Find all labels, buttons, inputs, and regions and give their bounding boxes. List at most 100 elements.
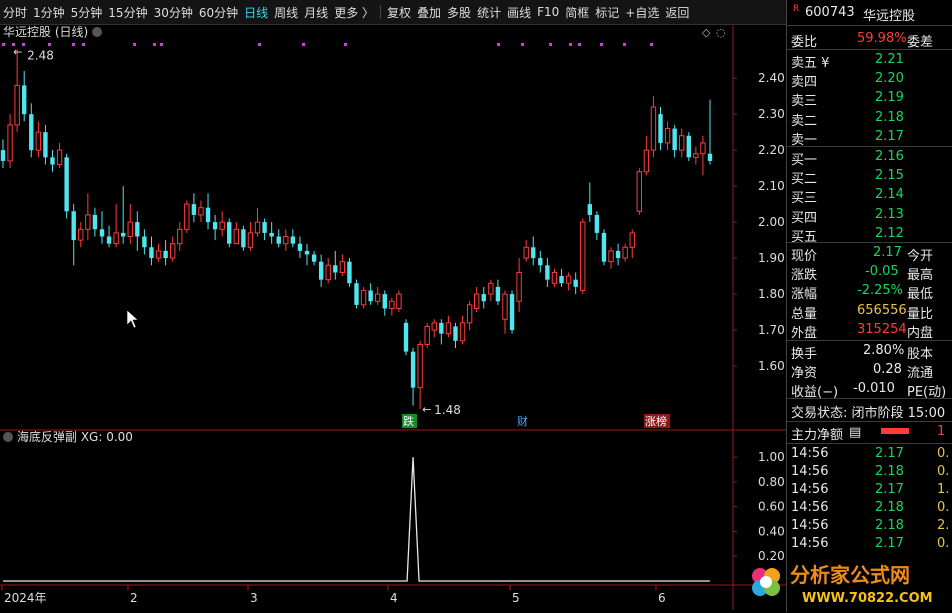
tool-button-2[interactable]: 多股 <box>444 4 474 21</box>
tool-button-5[interactable]: F10 <box>534 5 562 19</box>
ask-row: 卖二 2.18 <box>787 109 952 129</box>
watermark-title: 分析家公式网 <box>790 563 910 587</box>
zoom-icon[interactable]: ◌ <box>716 26 726 39</box>
tool-button-9[interactable]: 返回 <box>662 4 692 21</box>
tool-button-7[interactable]: 标记 <box>592 4 622 21</box>
stat-label: 总量 <box>791 306 818 322</box>
diamond-icon[interactable]: ◇ <box>702 26 711 39</box>
marker-badge-1[interactable]: 财 <box>517 414 528 428</box>
flower-logo-icon <box>752 568 780 596</box>
candle-body <box>375 293 381 302</box>
candle-body <box>629 232 635 248</box>
marker-badge-0[interactable]: 跌 <box>403 414 414 428</box>
stat2-row: 换手 2.80% 股本 <box>787 342 952 362</box>
candle-body <box>473 293 480 309</box>
tick-price: 2.17 <box>875 482 904 497</box>
candle-body <box>615 250 621 259</box>
candle-body <box>700 142 706 155</box>
kline-chart-area[interactable]: 华远控股 (日线) ◇ ◌ 2.40 2.30 2.20 2.10 2.00 1.90 1.80 1… <box>0 25 786 610</box>
price-tick-label: 2.20 <box>758 143 785 157</box>
tool-button-6[interactable]: 简框 <box>562 4 592 21</box>
stat-label: 外盘 <box>791 325 818 341</box>
ratio-diff-label: 委差 <box>907 35 934 50</box>
candle-body <box>608 250 614 263</box>
tool-button-0[interactable]: 复权 <box>384 4 414 21</box>
signal-dot <box>497 43 500 46</box>
divider <box>787 242 952 243</box>
kline-chart-svg[interactable]: 华远控股 (日线) ◇ ◌ 2.40 2.30 2.20 2.10 2.00 1.90 1.80 1… <box>0 25 786 610</box>
candle-body <box>50 157 55 165</box>
signal-dot <box>344 43 347 46</box>
candle-body <box>106 236 112 244</box>
tab-0[interactable]: 分时 <box>0 4 30 21</box>
tab-7[interactable]: 周线 <box>271 4 301 21</box>
tick-row: 14:56 2.17 0. <box>787 445 952 464</box>
candle-body <box>439 322 444 334</box>
ask-price: 2.19 <box>875 90 904 106</box>
main-flow-bar <box>881 428 909 434</box>
tool-button-3[interactable]: 统计 <box>474 4 504 21</box>
divider <box>787 443 952 444</box>
tick-row: 14:56 2.18 0. <box>787 499 952 518</box>
tab-4[interactable]: 30分钟 <box>151 4 196 21</box>
tick-row: 14:56 2.18 0. <box>787 463 952 482</box>
candle-body <box>650 106 657 151</box>
chevron-down-icon[interactable] <box>3 432 13 442</box>
price-tick-label: 2.30 <box>758 107 785 121</box>
candle-body <box>658 114 663 143</box>
tab-3[interactable]: 15分钟 <box>105 4 150 21</box>
bid-label: 买二 <box>791 172 818 188</box>
stat-row: 总量 656556 量比 <box>787 302 952 322</box>
tick-volume: 0. <box>937 464 950 479</box>
tab-6[interactable]: 日线 <box>241 4 271 21</box>
candle-body <box>311 254 317 262</box>
tool-button-8[interactable]: +自选 <box>622 4 662 21</box>
signal-dot <box>549 43 552 46</box>
bid-price: 2.15 <box>875 168 904 184</box>
candle-body <box>184 203 190 230</box>
candle-body <box>580 221 586 291</box>
candle-body <box>368 290 373 302</box>
candle-body <box>523 246 529 259</box>
chevron-down-icon[interactable] <box>92 27 102 37</box>
watermark-url: WWW.70822.COM <box>802 591 933 606</box>
date-label: 2024年 <box>4 591 47 605</box>
stat2-label: 净资 <box>791 366 818 382</box>
candle-body <box>565 275 572 284</box>
bid-price: 2.13 <box>875 206 904 222</box>
price-tick-label: 2.40 <box>758 71 785 85</box>
ask-label: 卖二 <box>791 113 818 129</box>
stat2-value: 2.80% <box>863 343 905 358</box>
signal-dot <box>160 43 163 46</box>
candle-body <box>594 214 600 233</box>
ask-label: 卖五 ¥ <box>791 56 830 71</box>
tab-9[interactable]: 更多 〉 <box>331 4 377 21</box>
ask-label: 卖三 <box>791 94 818 110</box>
stat-row: 涨跌 -0.05 最高 <box>787 263 952 284</box>
divider <box>787 146 952 147</box>
signal-dot <box>153 43 156 46</box>
tab-1[interactable]: 1分钟 <box>30 4 68 21</box>
date-label: 6 <box>658 591 666 605</box>
signal-dot <box>650 43 653 46</box>
price-tick-label: 1.90 <box>758 251 785 265</box>
candle-body <box>643 149 650 173</box>
list-icon[interactable]: ▤ <box>849 425 861 440</box>
stat-right-label: 最高 <box>907 268 934 284</box>
candle-body <box>254 221 261 234</box>
tool-button-4[interactable]: 画线 <box>504 4 534 21</box>
candle-body <box>466 304 473 324</box>
tab-5[interactable]: 60分钟 <box>196 4 241 21</box>
tick-volume: 0. <box>937 500 950 515</box>
bid-label: 买一 <box>791 153 818 168</box>
bid-price: 2.14 <box>875 187 904 203</box>
indicator-tick-label: 0.60 <box>758 500 785 514</box>
tool-button-1[interactable]: 叠加 <box>414 4 444 21</box>
candle-body <box>241 229 246 248</box>
tab-2[interactable]: 5分钟 <box>68 4 106 21</box>
candle-body <box>551 271 558 284</box>
stock-code: 600743 <box>805 5 855 20</box>
tab-8[interactable]: 月线 <box>301 4 331 21</box>
marker-badge-2[interactable]: 涨榜 <box>645 414 667 428</box>
period-toolbar: 分时 1分钟 5分钟 15分钟 30分钟 60分钟 日线 周线 月线 更多 〉复权 叠加 多股 统计 画线… <box>0 0 786 25</box>
